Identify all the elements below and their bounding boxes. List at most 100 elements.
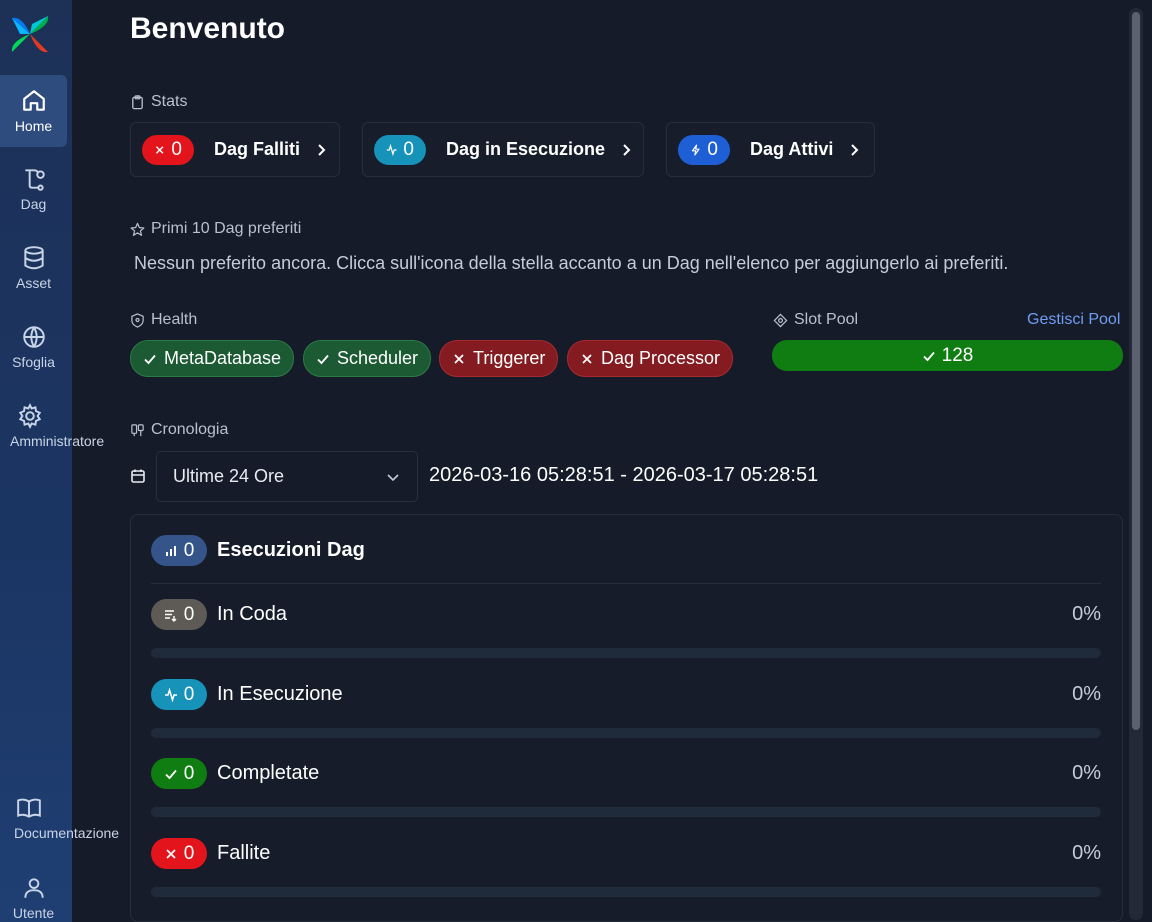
favorites-label: Primi 10 Dag preferiti — [151, 220, 302, 237]
bolt-icon — [691, 143, 700, 156]
failed-count-pill: 0 — [142, 134, 194, 165]
dag-runs-header: 0 Esecuzioni Dag — [151, 535, 365, 566]
stat-card-active[interactable]: 0 Dag Attivi — [666, 122, 875, 177]
clipboard-icon — [132, 94, 143, 109]
manage-pools-link[interactable]: Gestisci Pool — [1027, 311, 1120, 329]
success-percent: 0% — [1072, 762, 1101, 784]
health-name: Scheduler — [337, 348, 419, 368]
queued-progress-bar — [151, 648, 1101, 658]
airflow-logo-icon[interactable] — [8, 12, 52, 56]
running-progress-bar — [151, 728, 1101, 738]
home-icon — [22, 90, 45, 111]
nav-asset[interactable]: Asset — [0, 232, 67, 304]
stat-card-failed[interactable]: 0 Dag Falliti — [130, 122, 340, 177]
success-count: 0 — [183, 762, 195, 784]
nav-docs[interactable]: Documentazione — [0, 782, 119, 854]
total-runs-count: 0 — [183, 539, 195, 561]
star-icon — [130, 222, 145, 236]
nav-user[interactable]: Utente — [0, 862, 67, 922]
active-count-pill: 0 — [678, 134, 730, 165]
failed-percent: 0% — [1072, 842, 1101, 864]
history-icon — [131, 423, 144, 436]
sidebar: Home Dag Asset Sfoglia Amministratore Do… — [0, 0, 119, 922]
active-dags-label: Dag Attivi — [750, 139, 834, 159]
total-runs-pill: 0 — [151, 535, 207, 566]
run-row-queued: 0 In Coda 0% — [151, 599, 1101, 659]
health-label: Health — [151, 311, 198, 328]
health-badge-triggerer: Triggerer — [439, 340, 559, 377]
book-icon — [17, 798, 41, 818]
pool-label: Slot Pool — [794, 311, 859, 328]
page-title: Benvenuto — [130, 12, 286, 45]
health-badge-metadatabase: MetaDatabase — [130, 340, 295, 377]
nav-dag[interactable]: Dag — [0, 153, 67, 225]
pool-section-label: Slot Pool — [773, 311, 858, 329]
history-section-label: Cronologia — [130, 421, 228, 439]
health-section-label: Health — [130, 311, 197, 329]
scrollbar-thumb[interactable] — [1132, 12, 1140, 730]
globe-icon — [22, 326, 45, 348]
date-range-text: 2026-03-16 05:28:51 - 2026-03-17 05:28:5… — [429, 464, 819, 486]
nav-label: Sfoglia — [12, 354, 55, 370]
chevron-right-icon — [318, 143, 326, 156]
nav-home[interactable]: Home — [0, 75, 67, 147]
nav-label: Dag — [20, 196, 47, 212]
time-range-select[interactable]: Ultime 24 Ore — [156, 451, 418, 502]
run-row-running: 0 In Esecuzione 0% — [151, 679, 1101, 739]
running-runs-count: 0 — [183, 683, 195, 705]
check-icon — [165, 769, 177, 779]
favorites-empty-message: Nessun preferito ancora. Clicca sull'ico… — [134, 253, 1009, 273]
failed-count: 0 — [171, 138, 182, 160]
failed-runs-count: 0 — [183, 842, 195, 864]
failed-progress-bar — [151, 887, 1101, 897]
nav-label: Asset — [15, 275, 51, 291]
database-icon — [23, 246, 44, 270]
success-label: Completate — [217, 762, 320, 784]
success-count-pill: 0 — [151, 758, 207, 789]
check-icon — [923, 351, 935, 361]
failed-runs-count-pill: 0 — [151, 838, 207, 869]
activity-icon — [386, 143, 397, 156]
queue-icon — [164, 609, 177, 622]
nav-label: Utente — [12, 905, 55, 921]
running-percent: 0% — [1072, 683, 1101, 705]
shield-icon — [131, 312, 144, 328]
running-count: 0 — [403, 138, 414, 160]
failed-dags-label: Dag Falliti — [214, 139, 301, 159]
chevron-right-icon — [623, 143, 631, 156]
crosshair-icon — [773, 313, 788, 327]
gear-icon — [18, 403, 42, 429]
x-icon — [155, 145, 164, 154]
health-name: MetaDatabase — [164, 348, 282, 368]
stats-label: Stats — [151, 93, 188, 110]
running-dags-label: Dag in Esecuzione — [446, 139, 606, 159]
nav-label: Amministratore — [10, 433, 105, 449]
calendar-icon — [131, 469, 145, 483]
health-name: Triggerer — [473, 348, 546, 368]
history-label: Cronologia — [151, 421, 229, 438]
check-icon — [144, 354, 156, 364]
running-count-pill: 0 — [374, 134, 426, 165]
pool-slots-bar[interactable]: 128 — [772, 340, 1123, 371]
stat-card-running[interactable]: 0 Dag in Esecuzione — [362, 122, 644, 177]
x-icon — [454, 353, 464, 364]
nav-label: Documentazione — [14, 825, 120, 841]
health-name: Dag Processor — [601, 348, 721, 368]
run-row-failed: 0 Fallite 0% — [151, 838, 1101, 898]
dag-runs-title: Esecuzioni Dag — [217, 539, 365, 561]
health-badge-scheduler: Scheduler — [303, 340, 432, 377]
nav-admin[interactable]: Amministratore — [0, 390, 104, 462]
x-icon — [582, 353, 592, 364]
success-progress-bar — [151, 807, 1101, 817]
run-row-success: 0 Completate 0% — [151, 758, 1101, 818]
failed-runs-label: Fallite — [217, 842, 271, 864]
chevron-down-icon — [387, 473, 399, 481]
user-icon — [23, 878, 44, 898]
scrollbar[interactable] — [1129, 8, 1143, 920]
running-runs-label: In Esecuzione — [217, 683, 343, 705]
pool-slot-count: 128 — [941, 344, 974, 366]
divider — [151, 583, 1101, 584]
bar-chart-icon — [165, 545, 176, 556]
queued-label: In Coda — [217, 603, 288, 625]
nav-browse[interactable]: Sfoglia — [0, 311, 67, 383]
